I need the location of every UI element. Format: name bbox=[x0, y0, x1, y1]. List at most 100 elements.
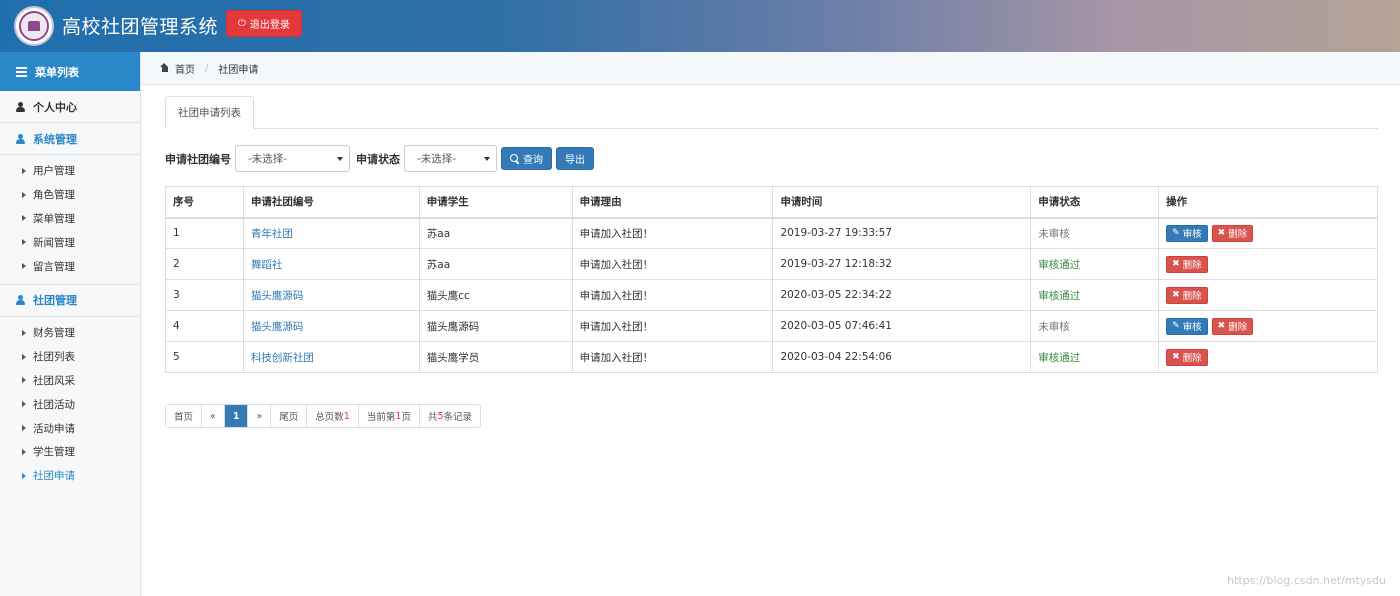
sidebar-item-personal-center[interactable]: 个人中心 bbox=[0, 91, 140, 123]
caret-right-icon bbox=[22, 191, 26, 198]
delete-button[interactable]: ✖ 删除 bbox=[1166, 286, 1208, 304]
user-icon bbox=[16, 295, 25, 306]
cell-reason: 申请加入社团！ bbox=[571, 279, 774, 311]
delete-button[interactable]: ✖ 删除 bbox=[1166, 255, 1208, 273]
col-header-actions: 操作 bbox=[1158, 186, 1378, 219]
cell-student: 猫头鹰源码 bbox=[418, 310, 573, 342]
review-button[interactable]: ✎ 审核 bbox=[1166, 224, 1208, 242]
cell-no: 4 bbox=[165, 310, 244, 342]
page-current[interactable]: 1 bbox=[224, 405, 249, 427]
sidebar-item-label: 学生管理 bbox=[33, 446, 75, 459]
club-link[interactable]: 舞蹈社 bbox=[251, 259, 283, 271]
cell-status: 未审核 bbox=[1030, 217, 1160, 249]
cell-time: 2020-03-05 22:34:22 bbox=[772, 279, 1032, 311]
application-table: 序号 申请社团编号 申请学生 申请理由 申请时间 申请状态 操作 1 青年社团 … bbox=[165, 186, 1378, 373]
review-button[interactable]: ✎ 审核 bbox=[1166, 317, 1208, 335]
breadcrumb-home[interactable]: 首页 bbox=[175, 61, 195, 76]
cell-club: 舞蹈社 bbox=[242, 248, 420, 280]
sidebar-item-role-management[interactable]: 角色管理 bbox=[0, 183, 140, 207]
cell-actions: ✎ 审核 ✖ 删除 bbox=[1158, 310, 1378, 342]
status-select[interactable]: -未选择- bbox=[404, 145, 497, 172]
logo-emblem bbox=[19, 11, 49, 41]
sidebar-item-label: 社团活动 bbox=[33, 398, 75, 411]
cell-student: 猫头鹰学员 bbox=[418, 341, 573, 373]
table-row: 1 青年社团 苏aa 申请加入社团！ 2019-03-27 19:33:57 未… bbox=[165, 217, 1378, 249]
export-button[interactable]: 导出 bbox=[556, 147, 594, 170]
cell-status: 审核通过 bbox=[1030, 341, 1160, 373]
club-number-select[interactable]: -未选择- bbox=[235, 145, 350, 172]
sidebar-group-system[interactable]: 系统管理 bbox=[0, 123, 140, 155]
sidebar-item-activity-application[interactable]: 活动申请 bbox=[0, 416, 140, 440]
sidebar-system-items: 用户管理 角色管理 菜单管理 新闻管理 留言管理 bbox=[0, 155, 140, 285]
club-link[interactable]: 猫头鹰源码 bbox=[251, 321, 304, 333]
cell-reason: 申请加入社团！ bbox=[571, 341, 774, 373]
pencil-icon: ✎ bbox=[1172, 321, 1180, 331]
page-record-count: 共 5 条记录 bbox=[419, 405, 480, 427]
delete-button[interactable]: ✖ 删除 bbox=[1166, 348, 1208, 366]
delete-button[interactable]: ✖ 删除 bbox=[1211, 317, 1254, 335]
club-number-value: -未选择- bbox=[248, 153, 288, 165]
sidebar-item-student-management[interactable]: 学生管理 bbox=[0, 440, 140, 464]
status-value: -未选择- bbox=[417, 153, 457, 165]
club-link[interactable]: 青年社团 bbox=[251, 228, 293, 240]
sidebar-item-menu-management[interactable]: 菜单管理 bbox=[0, 207, 140, 231]
caret-right-icon bbox=[22, 353, 26, 360]
page-last[interactable]: 尾页 bbox=[271, 405, 308, 427]
personal-center-label: 个人中心 bbox=[33, 100, 77, 114]
sidebar-item-club-list[interactable]: 社团列表 bbox=[0, 345, 140, 369]
query-button[interactable]: 查询 bbox=[501, 147, 552, 170]
page-prev[interactable]: « bbox=[202, 405, 225, 427]
sidebar-group-club[interactable]: 社团管理 bbox=[0, 285, 140, 317]
caret-right-icon bbox=[22, 239, 26, 246]
cell-student: 猫头鹰cc bbox=[418, 279, 573, 311]
sidebar-item-club-showcase[interactable]: 社团风采 bbox=[0, 369, 140, 393]
chevron-down-icon bbox=[484, 156, 490, 161]
sidebar-item-club-activities[interactable]: 社团活动 bbox=[0, 392, 140, 416]
sidebar-item-club-application[interactable]: 社团申请 bbox=[0, 464, 140, 488]
sidebar-item-label: 社团列表 bbox=[33, 351, 75, 364]
club-link[interactable]: 猫头鹰源码 bbox=[251, 290, 304, 302]
pagination: 首页 « 1 » 尾页 总页数 1 当前第 1 页 共 5 条记录 bbox=[165, 404, 481, 428]
cell-actions: ✎ 审核 ✖ 删除 bbox=[1158, 217, 1378, 249]
app-title: 高校社团管理系统 bbox=[62, 16, 219, 38]
sidebar-item-label: 财务管理 bbox=[33, 327, 75, 340]
page-current-info: 当前第 1 页 bbox=[358, 405, 420, 427]
power-icon: ⏻ bbox=[238, 18, 246, 29]
table-header-row: 序号 申请社团编号 申请学生 申请理由 申请时间 申请状态 操作 bbox=[165, 186, 1378, 219]
sidebar-item-user-management[interactable]: 用户管理 bbox=[0, 159, 140, 183]
cell-actions: ✖ 删除 bbox=[1158, 248, 1378, 280]
list-icon bbox=[16, 65, 27, 79]
club-link[interactable]: 科技创新社团 bbox=[251, 352, 314, 364]
cell-no: 5 bbox=[165, 341, 244, 373]
close-icon: ✖ bbox=[1172, 352, 1180, 362]
sidebar-item-finance[interactable]: 财务管理 bbox=[0, 321, 140, 345]
col-header-no: 序号 bbox=[165, 186, 244, 219]
sidebar-menu-title: 菜单列表 bbox=[0, 52, 140, 91]
page-total: 总页数 1 bbox=[307, 405, 359, 427]
sidebar-item-label: 社团申请 bbox=[33, 470, 75, 483]
sidebar-item-message-management[interactable]: 留言管理 bbox=[0, 254, 140, 278]
cell-club: 猫头鹰源码 bbox=[242, 310, 420, 342]
tab-club-application-list[interactable]: 社团申请列表 bbox=[165, 96, 254, 129]
page-first[interactable]: 首页 bbox=[166, 405, 203, 427]
export-label: 导出 bbox=[565, 155, 585, 166]
sidebar-item-label: 用户管理 bbox=[33, 165, 75, 178]
sidebar: 菜单列表 个人中心 系统管理 用户管理 角色管理 菜单管理 新闻管理 留言管理 … bbox=[0, 52, 141, 596]
top-header: 高校社团管理系统 ⏻ 退出登录 bbox=[0, 0, 1400, 52]
cell-no: 1 bbox=[165, 217, 244, 249]
sidebar-item-news-management[interactable]: 新闻管理 bbox=[0, 230, 140, 254]
col-header-status: 申请状态 bbox=[1030, 186, 1160, 219]
page-next[interactable]: » bbox=[248, 405, 272, 427]
delete-label: 删除 bbox=[1182, 260, 1202, 271]
delete-label: 删除 bbox=[1182, 291, 1202, 302]
logout-button[interactable]: ⏻ 退出登录 bbox=[226, 10, 302, 37]
sidebar-item-label: 活动申请 bbox=[33, 422, 75, 435]
cell-actions: ✖ 删除 bbox=[1158, 341, 1378, 373]
club-number-label: 申请社团编号 bbox=[165, 152, 231, 166]
cell-status: 审核通过 bbox=[1030, 248, 1160, 280]
breadcrumb-current: 社团申请 bbox=[218, 64, 259, 76]
delete-label: 删除 bbox=[1228, 229, 1248, 241]
delete-button[interactable]: ✖ 删除 bbox=[1211, 224, 1254, 242]
cell-reason: 申请加入社团！ bbox=[571, 310, 774, 342]
sidebar-item-label: 留言管理 bbox=[33, 260, 75, 273]
